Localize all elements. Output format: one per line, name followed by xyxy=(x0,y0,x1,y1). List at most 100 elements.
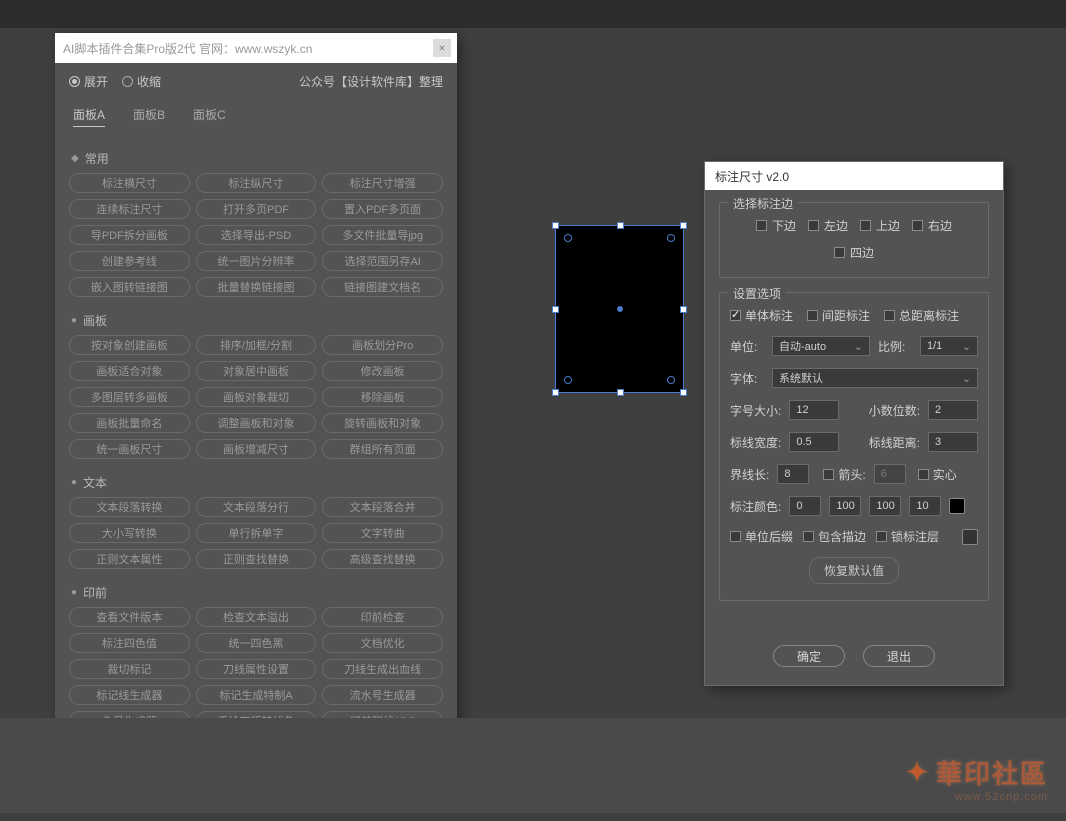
script-button[interactable]: 调整画板和对象 xyxy=(196,413,317,433)
decimals-label: 小数位数: xyxy=(869,402,920,419)
layer-color-swatch[interactable] xyxy=(962,529,978,545)
check-total[interactable]: 总距离标注 xyxy=(884,307,959,324)
ratio-select[interactable]: 1/1 xyxy=(920,336,978,356)
script-button[interactable]: 文本段落分行 xyxy=(196,497,317,517)
size-input[interactable]: 12 xyxy=(789,400,839,420)
script-button[interactable]: 文本段落合并 xyxy=(322,497,443,517)
check-left-edge[interactable]: 左边 xyxy=(808,217,848,234)
script-button[interactable]: 移除画板 xyxy=(322,387,443,407)
script-button[interactable]: 打开多页PDF xyxy=(196,199,317,219)
script-button[interactable]: 标注纵尺寸 xyxy=(196,173,317,193)
script-button[interactable]: 对象居中画板 xyxy=(196,361,317,381)
tab-panel-c[interactable]: 面板C xyxy=(193,106,226,127)
script-button[interactable]: 正则查找替换 xyxy=(196,549,317,569)
script-button[interactable]: 标注四色值 xyxy=(69,633,190,653)
check-bottom-edge[interactable]: 下边 xyxy=(756,217,796,234)
script-button[interactable]: 统一四色黑 xyxy=(196,633,317,653)
dialog-titlebar[interactable]: 标注尺寸 v2.0 xyxy=(705,162,1003,190)
script-button[interactable]: 正则文本属性 xyxy=(69,549,190,569)
script-button[interactable]: 画板增减尺寸 xyxy=(196,439,317,459)
script-button[interactable]: 连续标注尺寸 xyxy=(69,199,190,219)
script-button[interactable]: 旋转画板和对象 xyxy=(322,413,443,433)
script-button[interactable]: 画板批量命名 xyxy=(69,413,190,433)
script-button[interactable]: 创建参考线 xyxy=(69,251,190,271)
script-button[interactable]: 大小写转换 xyxy=(69,523,190,543)
check-lock-layer[interactable]: 锁标注层 xyxy=(876,528,939,545)
script-button[interactable]: 排序/加框/分割 xyxy=(196,335,317,355)
script-button[interactable]: 画板划分Pro xyxy=(322,335,443,355)
check-single[interactable]: 单体标注 xyxy=(730,307,793,324)
check-right-edge[interactable]: 右边 xyxy=(912,217,952,234)
check-unit-suffix[interactable]: 单位后缀 xyxy=(730,528,793,545)
selection-handle[interactable] xyxy=(617,222,624,229)
script-button[interactable]: 统一画板尺寸 xyxy=(69,439,190,459)
check-gap[interactable]: 间距标注 xyxy=(807,307,870,324)
script-button[interactable]: 文档优化 xyxy=(322,633,443,653)
script-button[interactable]: 文本段落转换 xyxy=(69,497,190,517)
script-button[interactable]: 修改画板 xyxy=(322,361,443,381)
check-solid[interactable]: 实心 xyxy=(918,466,957,483)
script-button[interactable]: 标记生成特制A xyxy=(196,685,317,705)
check-all-edges[interactable]: 四边 xyxy=(834,244,874,261)
script-button[interactable]: 画板适合对象 xyxy=(69,361,190,381)
restore-defaults-button[interactable]: 恢复默认值 xyxy=(809,557,899,584)
script-button[interactable]: 标记线生成器 xyxy=(69,685,190,705)
script-button[interactable]: 链接图建文档名 xyxy=(322,277,443,297)
color-c-input[interactable]: 0 xyxy=(789,496,821,516)
script-button[interactable]: 查看文件版本 xyxy=(69,607,190,627)
script-button[interactable]: 按对象创建画板 xyxy=(69,335,190,355)
tab-panel-a[interactable]: 面板A xyxy=(73,106,105,127)
selection-handle[interactable] xyxy=(552,306,559,313)
font-select[interactable]: 系统默认 xyxy=(772,368,978,388)
script-button[interactable]: 选择导出-PSD xyxy=(196,225,317,245)
radio-collapse[interactable]: 收缩 xyxy=(122,73,161,90)
check-arrow[interactable]: 箭头: xyxy=(823,466,865,483)
color-k-input[interactable]: 10 xyxy=(909,496,941,516)
unit-select[interactable]: 自动-auto xyxy=(772,336,870,356)
script-button[interactable]: 检查文本溢出 xyxy=(196,607,317,627)
tab-panel-b[interactable]: 面板B xyxy=(133,106,165,127)
script-button[interactable]: 标注尺寸增强 xyxy=(322,173,443,193)
script-button[interactable]: 印前检查 xyxy=(322,607,443,627)
script-button[interactable]: 文字转曲 xyxy=(322,523,443,543)
script-button[interactable]: 标注横尺寸 xyxy=(69,173,190,193)
script-button[interactable]: 多图层转多画板 xyxy=(69,387,190,407)
radio-expand[interactable]: 展开 xyxy=(69,73,108,90)
selection-handle[interactable] xyxy=(552,222,559,229)
selection-handle[interactable] xyxy=(552,389,559,396)
script-button[interactable]: 刀线属性设置 xyxy=(196,659,317,679)
script-button[interactable]: 裁切标记 xyxy=(69,659,190,679)
script-button[interactable]: 选择范围另存AI xyxy=(322,251,443,271)
close-icon[interactable]: × xyxy=(433,39,451,57)
bound-input[interactable]: 8 xyxy=(777,464,809,484)
script-button[interactable]: 画板对象裁切 xyxy=(196,387,317,407)
script-button[interactable]: 统一图片分辨率 xyxy=(196,251,317,271)
script-button[interactable]: 高级查找替换 xyxy=(322,549,443,569)
check-top-edge[interactable]: 上边 xyxy=(860,217,900,234)
script-button[interactable]: 批量替换链接图 xyxy=(196,277,317,297)
script-button[interactable]: 多文件批量导jpg xyxy=(322,225,443,245)
cancel-button[interactable]: 退出 xyxy=(863,645,935,667)
script-button[interactable]: 嵌入图转链接图 xyxy=(69,277,190,297)
selection-handle[interactable] xyxy=(680,306,687,313)
selection-handle[interactable] xyxy=(680,222,687,229)
selection-handle[interactable] xyxy=(680,389,687,396)
options-group: 设置选项 单体标注 间距标注 总距离标注 单位: 自动-auto 比例: 1/1… xyxy=(719,292,989,601)
plugin-panel-titlebar[interactable]: AI脚本插件合集Pro版2代 官网：www.wszyk.cn × xyxy=(55,33,457,63)
selection-handle[interactable] xyxy=(617,389,624,396)
script-button[interactable]: 流水号生成器 xyxy=(322,685,443,705)
script-button[interactable]: 单行拆单字 xyxy=(196,523,317,543)
color-m-input[interactable]: 100 xyxy=(829,496,861,516)
script-button[interactable]: 置入PDF多页面 xyxy=(322,199,443,219)
check-include-stroke[interactable]: 包含描边 xyxy=(803,528,866,545)
line-dist-input[interactable]: 3 xyxy=(928,432,978,452)
line-width-input[interactable]: 0.5 xyxy=(789,432,839,452)
canvas-selected-object[interactable] xyxy=(555,225,684,393)
script-button[interactable]: 刀线生成出血线 xyxy=(322,659,443,679)
script-button[interactable]: 群组所有页面 xyxy=(322,439,443,459)
script-button[interactable]: 导PDF拆分画板 xyxy=(69,225,190,245)
ok-button[interactable]: 确定 xyxy=(773,645,845,667)
color-swatch[interactable] xyxy=(949,498,965,514)
color-y-input[interactable]: 100 xyxy=(869,496,901,516)
decimals-input[interactable]: 2 xyxy=(928,400,978,420)
